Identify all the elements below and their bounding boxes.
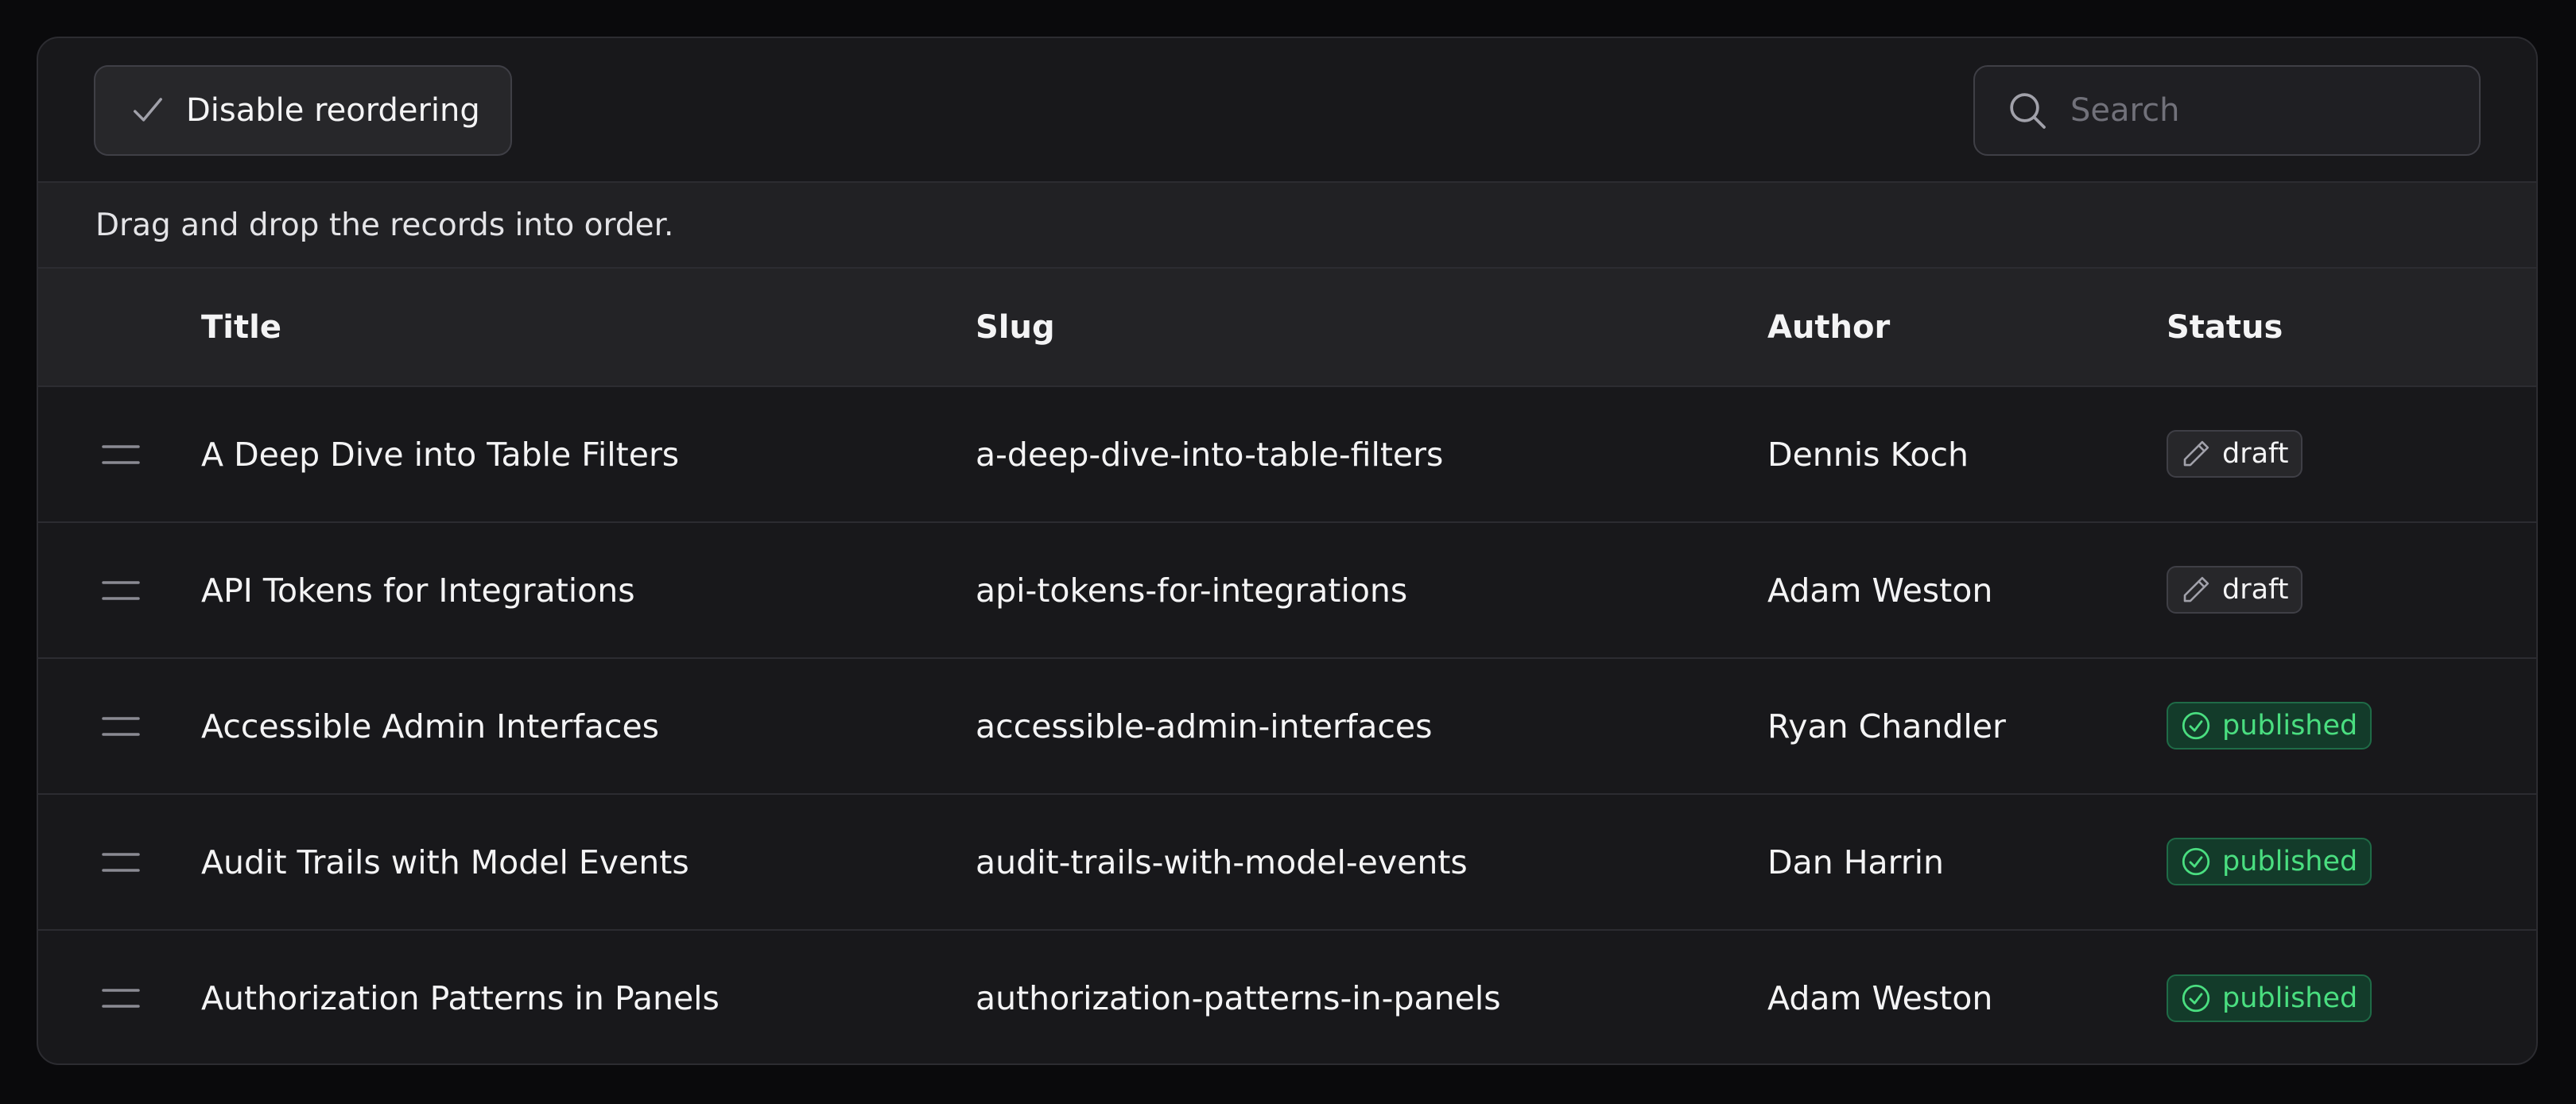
table-row[interactable]: API Tokens for Integrations api-tokens-fo…	[38, 522, 2536, 658]
status-label: published	[2222, 982, 2358, 1014]
cell-slug: a-deep-dive-into-table-filters	[976, 435, 1444, 474]
drag-handle-icon[interactable]	[100, 850, 200, 875]
drag-handle-icon[interactable]	[100, 986, 200, 1011]
cell-status: draft	[2166, 386, 2536, 522]
cell-status: published	[2166, 658, 2536, 794]
pencil-icon	[2179, 437, 2213, 471]
header-author: Author	[1767, 269, 2166, 387]
cell-title: Authorization Patterns in Panels	[201, 979, 720, 1017]
cell-status: draft	[2166, 522, 2536, 658]
drag-handle-icon[interactable]	[100, 578, 200, 603]
cell-title: Audit Trails with Model Events	[201, 843, 689, 881]
drag-handle[interactable]	[38, 386, 200, 522]
table-row[interactable]: Accessible Admin Interfaces accessible-ad…	[38, 658, 2536, 794]
table-row[interactable]: A Deep Dive into Table Filters a-deep-div…	[38, 386, 2536, 522]
pencil-icon	[2179, 573, 2213, 606]
drag-handle[interactable]	[38, 658, 200, 794]
cell-slug: accessible-admin-interfaces	[976, 707, 1433, 746]
status-label: published	[2222, 846, 2358, 877]
cell-status: published	[2166, 930, 2536, 1063]
disable-reordering-label: Disable reordering	[186, 92, 480, 129]
check-circle-icon	[2179, 709, 2213, 742]
status-badge: draft	[2167, 566, 2303, 614]
status-label: draft	[2222, 438, 2289, 470]
cell-author: Dennis Koch	[1767, 435, 1969, 474]
header-handle	[38, 269, 200, 387]
cell-author: Adam Weston	[1767, 571, 1993, 610]
status-label: draft	[2222, 574, 2289, 606]
header-slug: Slug	[975, 269, 1767, 387]
drag-handle[interactable]	[38, 930, 200, 1063]
cell-title: A Deep Dive into Table Filters	[201, 435, 680, 474]
status-badge: draft	[2167, 430, 2303, 478]
reorderable-table-panel: Disable reordering Drag and drop the rec…	[37, 37, 2538, 1065]
cell-status: published	[2166, 794, 2536, 930]
search-icon	[2005, 88, 2050, 133]
header-title: Title	[200, 269, 975, 387]
records-table: Title Slug Author Status A Deep Dive int…	[38, 269, 2536, 1063]
cell-slug: audit-trails-with-model-events	[976, 843, 1468, 881]
header-status: Status	[2166, 269, 2536, 387]
search-input[interactable]	[2069, 91, 2438, 130]
table-toolbar: Disable reordering	[38, 38, 2536, 183]
cell-title: API Tokens for Integrations	[201, 571, 635, 610]
status-label: published	[2222, 710, 2358, 742]
check-icon	[127, 90, 169, 131]
drag-handle[interactable]	[38, 794, 200, 930]
status-badge: published	[2167, 838, 2372, 885]
drag-handle-icon[interactable]	[100, 442, 200, 467]
status-badge: published	[2167, 974, 2372, 1022]
cell-author: Adam Weston	[1767, 979, 1993, 1017]
table-row[interactable]: Audit Trails with Model Events audit-trai…	[38, 794, 2536, 930]
cell-slug: api-tokens-for-integrations	[976, 571, 1408, 610]
check-circle-icon	[2179, 845, 2213, 878]
reorder-hint: Drag and drop the records into order.	[38, 183, 2536, 269]
table-header-row: Title Slug Author Status	[38, 269, 2536, 387]
status-badge: published	[2167, 702, 2372, 750]
cell-author: Ryan Chandler	[1767, 707, 2006, 746]
check-circle-icon	[2179, 982, 2213, 1015]
search-box[interactable]	[1973, 65, 2481, 156]
drag-handle-icon[interactable]	[100, 714, 200, 739]
cell-slug: authorization-patterns-in-panels	[976, 979, 1501, 1017]
disable-reordering-button[interactable]: Disable reordering	[94, 65, 512, 156]
cell-author: Dan Harrin	[1767, 843, 1945, 881]
drag-handle[interactable]	[38, 522, 200, 658]
cell-title: Accessible Admin Interfaces	[201, 707, 660, 746]
table-row[interactable]: Authorization Patterns in Panels authoriz…	[38, 930, 2536, 1063]
